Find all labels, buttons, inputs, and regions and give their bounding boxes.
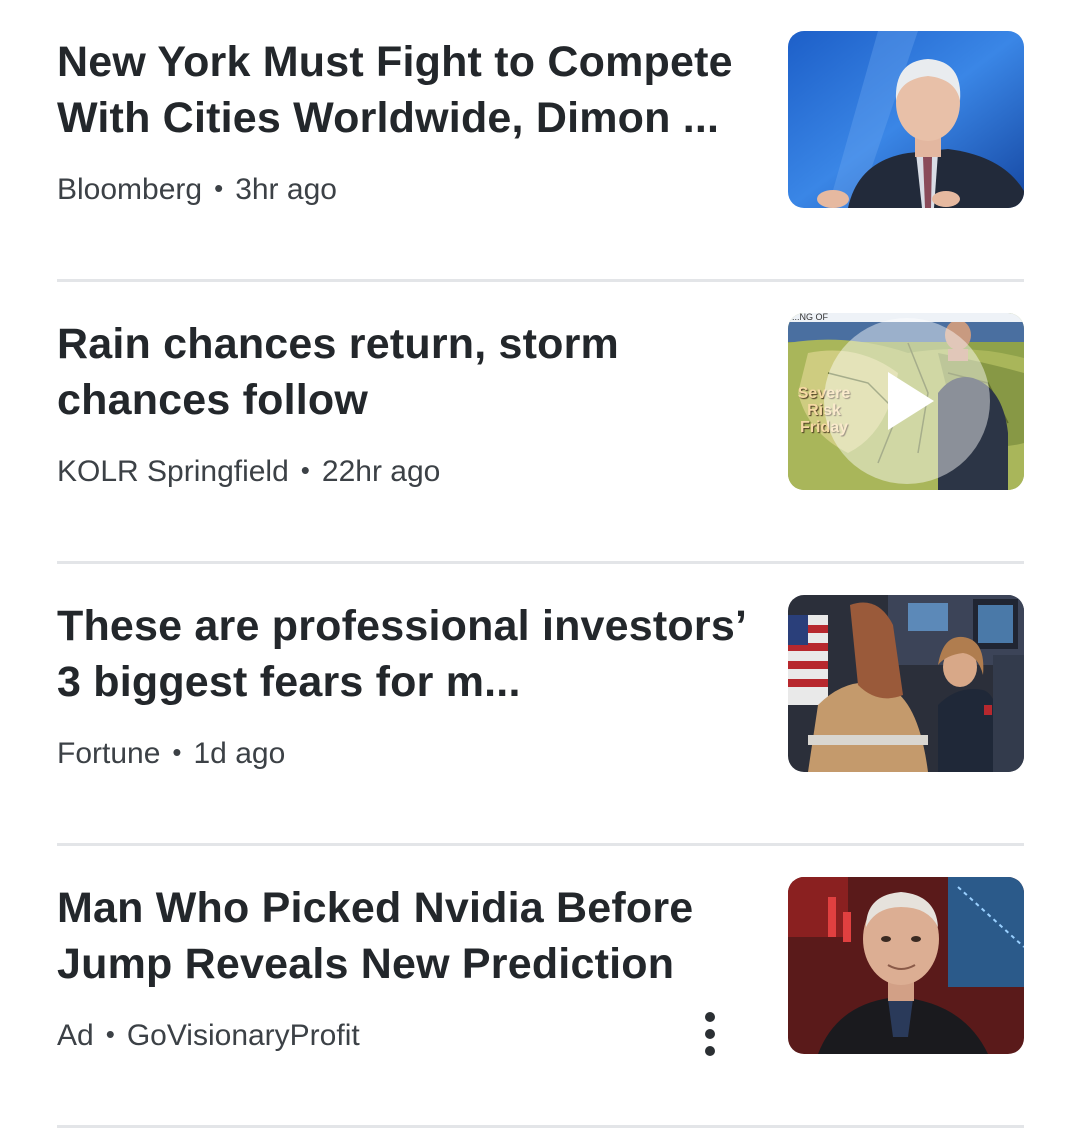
article-time: 1d ago (193, 737, 286, 770)
article-meta: Fortune • 1d ago (57, 734, 285, 774)
article-meta: Ad • GoVisionaryProfit (57, 1016, 360, 1056)
article-headline[interactable]: Man Who Picked Nvidia Before Jump Reveal… (57, 880, 757, 992)
article-headline[interactable]: Rain chances return, storm chances follo… (57, 316, 757, 428)
article-source: Fortune (57, 737, 161, 770)
meta-separator: • (105, 1019, 115, 1049)
news-card[interactable]: New York Must Fight to Compete With Citi… (57, 0, 1024, 282)
ad-card[interactable]: Man Who Picked Nvidia Before Jump Reveal… (57, 846, 1024, 1128)
news-card[interactable]: These are professional investors’ 3 bigg… (57, 564, 1024, 846)
meta-separator: • (214, 173, 224, 203)
article-headline[interactable]: New York Must Fight to Compete With Citi… (57, 34, 757, 146)
article-thumbnail[interactable] (788, 595, 1024, 772)
more-vert-icon (705, 1012, 715, 1022)
ad-label: Ad (57, 1019, 94, 1052)
article-time: 22hr ago (321, 455, 441, 488)
article-thumbnail[interactable] (788, 31, 1024, 208)
more-options-button[interactable] (695, 1006, 725, 1062)
news-card[interactable]: Rain chances return, storm chances follo… (57, 282, 1024, 564)
person-portrait-image (788, 31, 1024, 208)
advertiser-name: GoVisionaryProfit (126, 1019, 360, 1052)
article-source: KOLR Springfield (57, 455, 289, 488)
article-source: Bloomberg (57, 173, 203, 206)
article-meta: Bloomberg • 3hr ago (57, 170, 337, 210)
meta-separator: • (300, 455, 310, 485)
play-icon (888, 372, 934, 430)
news-feed: New York Must Fight to Compete With Citi… (57, 0, 1024, 1128)
video-thumbnail[interactable]: ...NG OF Severe Risk Friday (788, 313, 1024, 490)
article-time: 3hr ago (235, 173, 337, 206)
article-headline[interactable]: These are professional investors’ 3 bigg… (57, 598, 757, 710)
person-portrait-image (788, 877, 1024, 1054)
play-button[interactable] (824, 318, 990, 484)
article-meta: KOLR Springfield • 22hr ago (57, 452, 440, 492)
article-thumbnail[interactable] (788, 877, 1024, 1054)
trading-floor-image (788, 595, 1024, 772)
meta-separator: • (172, 737, 182, 767)
